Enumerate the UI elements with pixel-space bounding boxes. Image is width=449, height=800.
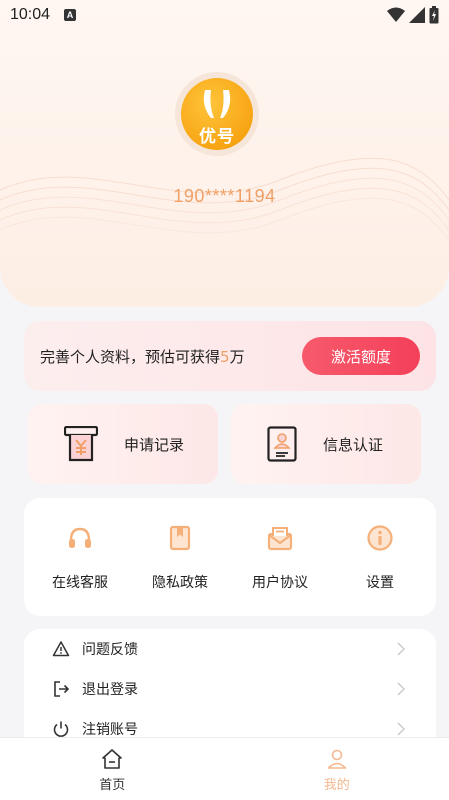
- status-icons: [387, 6, 439, 24]
- app-logo: 优号: [181, 78, 253, 150]
- envelope-icon: [267, 527, 293, 551]
- wifi-icon: [387, 7, 405, 22]
- menu-item-label: 问题反馈: [82, 642, 138, 658]
- battery-icon: [429, 6, 439, 24]
- chevron-right-icon: [397, 642, 405, 656]
- phone-number: 190****1194: [173, 186, 276, 206]
- service-label: 用户协议: [252, 575, 308, 591]
- nav-mine[interactable]: 我的: [225, 738, 449, 800]
- nav-home-label: 首页: [99, 778, 126, 793]
- application-records-card[interactable]: 申请记录: [28, 404, 218, 484]
- logout-icon: [54, 681, 70, 697]
- home-icon: [102, 749, 123, 769]
- chevron-right-icon: [397, 722, 405, 736]
- notification-badge-icon: A: [64, 9, 77, 21]
- logo-text: 优号: [199, 127, 235, 147]
- status-time: 10:04: [10, 6, 51, 23]
- menu-item-feedback[interactable]: 问题反馈: [24, 629, 436, 669]
- promo-text: 完善个人资料，预估可获得5万: [40, 346, 302, 367]
- bookmark-book-icon: [169, 525, 191, 551]
- activate-limit-button[interactable]: 激活额度: [302, 337, 420, 375]
- info-verification-card[interactable]: 信息认证: [231, 404, 421, 484]
- nav-mine-label: 我的: [323, 778, 350, 793]
- power-icon: [53, 721, 69, 737]
- service-online-support[interactable]: 在线客服: [35, 498, 125, 616]
- verify-label: 信息认证: [323, 435, 384, 454]
- signal-icon: [409, 7, 425, 23]
- info-icon: [367, 525, 393, 551]
- avatar[interactable]: 优号: [175, 72, 259, 156]
- wave-decoration: [0, 157, 449, 241]
- nav-home[interactable]: 首页: [0, 738, 225, 800]
- headset-icon: [69, 527, 91, 548]
- records-label: 申请记录: [124, 435, 185, 454]
- user-icon: [327, 749, 347, 769]
- warning-icon: [52, 641, 70, 657]
- service-grid: 在线客服 隐私政策 用户协议 设置: [24, 498, 436, 616]
- menu-item-label: 注销账号: [82, 722, 138, 738]
- service-label: 隐私政策: [152, 575, 208, 591]
- menu-item-label: 退出登录: [82, 682, 138, 698]
- menu-item-logout[interactable]: 退出登录: [24, 669, 436, 709]
- promo-text-before: 完善个人资料，预估可获得: [40, 347, 221, 366]
- service-label: 在线客服: [52, 575, 108, 591]
- service-settings[interactable]: 设置: [335, 498, 425, 616]
- service-label: 设置: [366, 575, 394, 591]
- status-bar: 10:04 A: [0, 0, 449, 30]
- service-user-agreement[interactable]: 用户协议: [235, 498, 325, 616]
- receipt-yen-icon: [64, 426, 98, 462]
- promo-highlight: 5: [220, 347, 230, 366]
- chevron-right-icon: [397, 682, 405, 696]
- service-privacy-policy[interactable]: 隐私政策: [135, 498, 225, 616]
- bottom-navigation: 首页 我的: [0, 737, 449, 800]
- id-document-icon: [267, 426, 297, 462]
- promo-text-after: 万: [229, 347, 245, 366]
- promo-card: 完善个人资料，预估可获得5万 激活额度: [24, 321, 436, 391]
